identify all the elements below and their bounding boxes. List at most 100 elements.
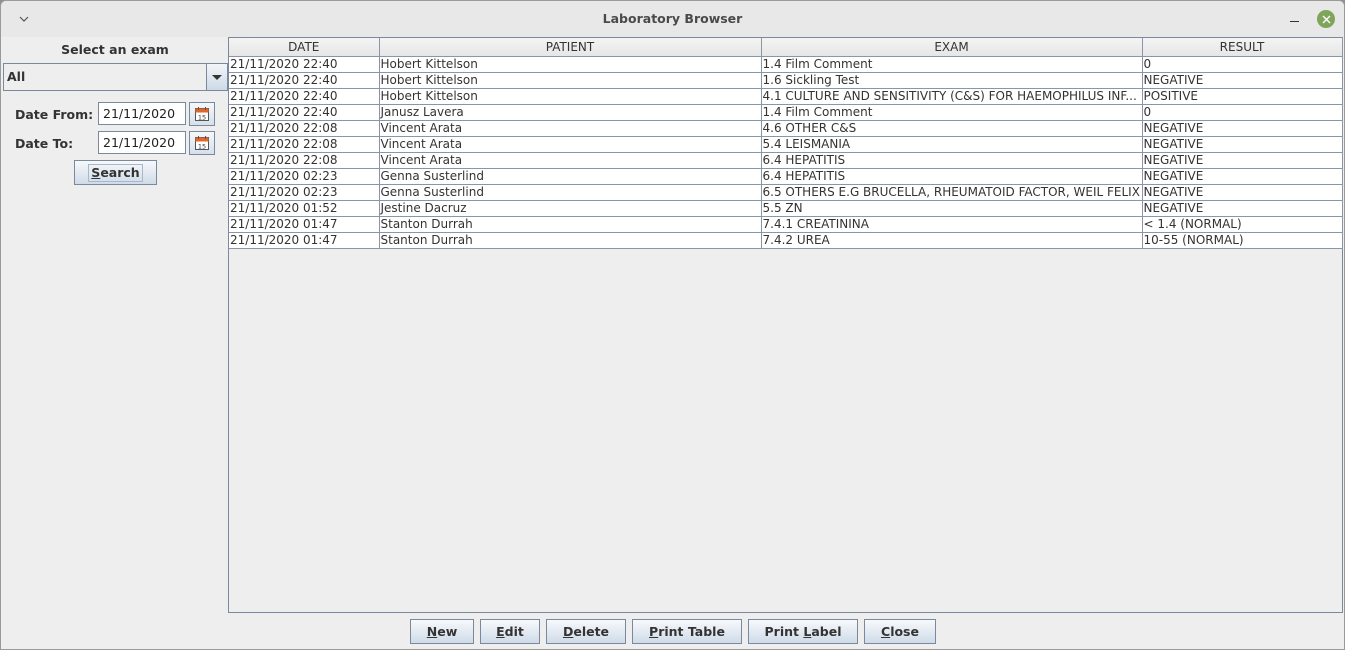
cell-date[interactable]: 21/11/2020 01:47 bbox=[229, 216, 380, 233]
caret-down-icon bbox=[212, 74, 222, 80]
date-to-field[interactable]: 21/11/2020 bbox=[98, 131, 186, 154]
table-row[interactable]: 21/11/2020 22:40 Hobert Kittelson 4.1 CULT… bbox=[229, 88, 1343, 105]
lab-results-table-container[interactable]: DATE PATIENT EXAM RESULT 21/11/2020 22:4… bbox=[228, 37, 1343, 613]
cell-patient[interactable]: Genna Susterlind bbox=[379, 168, 762, 185]
table-row[interactable]: 21/11/2020 01:52 Jestine Dacruz 5.5 ZN NEGA… bbox=[229, 200, 1343, 217]
date-from-label: Date From: bbox=[15, 107, 94, 122]
cell-date[interactable]: 21/11/2020 22:40 bbox=[229, 88, 380, 105]
table-row[interactable]: 21/11/2020 22:40 Hobert Kittelson 1.4 Film… bbox=[229, 56, 1343, 73]
search-button[interactable]: Search bbox=[74, 160, 157, 185]
cell-date[interactable]: 21/11/2020 01:52 bbox=[229, 200, 380, 217]
cell-patient[interactable]: Genna Susterlind bbox=[379, 184, 762, 201]
cell-exam[interactable]: 6.5 OTHERS E.G BRUCELLA, RHEUMATOID FACT… bbox=[761, 184, 1143, 201]
column-header-result[interactable]: RESULT bbox=[1142, 38, 1343, 57]
cell-result[interactable]: 10-55 (NORMAL) bbox=[1142, 232, 1343, 249]
table-row[interactable]: 21/11/2020 02:23 Genna Susterlind 6.4 HEPA… bbox=[229, 168, 1343, 185]
table-row[interactable]: 21/11/2020 02:23 Genna Susterlind 6.5 OTHE… bbox=[229, 184, 1343, 201]
close-button[interactable]: Close bbox=[864, 619, 936, 644]
print-label-label: abel bbox=[811, 624, 842, 639]
cell-exam[interactable]: 1.6 Sickling Test bbox=[761, 72, 1143, 89]
cell-date[interactable]: 21/11/2020 22:08 bbox=[229, 120, 380, 137]
cell-date[interactable]: 21/11/2020 02:23 bbox=[229, 184, 380, 201]
date-to-calendar-button[interactable]: 15 bbox=[189, 131, 215, 155]
cell-result[interactable]: NEGATIVE bbox=[1142, 168, 1343, 185]
table-row[interactable]: 21/11/2020 01:47 Stanton Durrah 7.4.1 CREA… bbox=[229, 216, 1343, 233]
date-from-field[interactable]: 21/11/2020 bbox=[98, 102, 186, 125]
cell-date[interactable]: 21/11/2020 02:23 bbox=[229, 168, 380, 185]
cell-patient[interactable]: Stanton Durrah bbox=[379, 216, 762, 233]
cell-result[interactable]: 0 bbox=[1142, 56, 1343, 73]
window-close-button[interactable] bbox=[1317, 10, 1335, 28]
column-header-patient[interactable]: PATIENT bbox=[379, 38, 762, 57]
cell-result[interactable]: NEGATIVE bbox=[1142, 184, 1343, 201]
minimize-button[interactable] bbox=[1286, 11, 1302, 27]
action-button-bar: New Edit Delete Print Table Print Label … bbox=[1, 619, 1344, 645]
cell-patient[interactable]: Hobert Kittelson bbox=[379, 72, 762, 89]
table-row[interactable]: 21/11/2020 22:08 Vincent Arata 5.4 LEISMAN… bbox=[229, 136, 1343, 153]
edit-mnemonic: E bbox=[496, 624, 505, 639]
cell-exam[interactable]: 5.5 ZN bbox=[761, 200, 1143, 217]
minimize-icon bbox=[1289, 21, 1299, 22]
exam-select-arrow[interactable] bbox=[207, 64, 227, 90]
print-label-label-pre: Print bbox=[764, 624, 804, 639]
cell-exam[interactable]: 7.4.1 CREATININA bbox=[761, 216, 1143, 233]
new-label: ew bbox=[437, 624, 458, 639]
print-label-button[interactable]: Print Label bbox=[748, 619, 858, 644]
cell-result[interactable]: NEGATIVE bbox=[1142, 200, 1343, 217]
cell-exam[interactable]: 1.4 Film Comment bbox=[761, 56, 1143, 73]
cell-exam[interactable]: 4.1 CULTURE AND SENSITIVITY (C&S) FOR HA… bbox=[761, 88, 1143, 105]
cell-exam[interactable]: 6.4 HEPATITIS bbox=[761, 168, 1143, 185]
table-row[interactable]: 21/11/2020 22:40 Hobert Kittelson 1.6 Sick… bbox=[229, 72, 1343, 89]
cell-patient[interactable]: Janusz Lavera bbox=[379, 104, 762, 121]
date-to-row: Date To: 21/11/2020 15 bbox=[1, 131, 229, 155]
cell-exam[interactable]: 7.4.2 UREA bbox=[761, 232, 1143, 249]
cell-exam[interactable]: 4.6 OTHER C&S bbox=[761, 120, 1143, 137]
column-header-exam[interactable]: EXAM bbox=[761, 38, 1143, 57]
cell-exam[interactable]: 5.4 LEISMANIA bbox=[761, 136, 1143, 153]
cell-patient[interactable]: Hobert Kittelson bbox=[379, 56, 762, 73]
table-row[interactable]: 21/11/2020 22:08 Vincent Arata 4.6 OTHER C… bbox=[229, 120, 1343, 137]
cell-date[interactable]: 21/11/2020 22:40 bbox=[229, 104, 380, 121]
table-row[interactable]: 21/11/2020 22:40 Janusz Lavera 1.4 Film Co… bbox=[229, 104, 1343, 121]
exam-select[interactable]: All bbox=[3, 63, 228, 91]
cell-result[interactable]: 0 bbox=[1142, 104, 1343, 121]
lab-results-table: DATE PATIENT EXAM RESULT 21/11/2020 22:4… bbox=[229, 38, 1343, 249]
cell-result[interactable]: < 1.4 (NORMAL) bbox=[1142, 216, 1343, 233]
cell-date[interactable]: 21/11/2020 22:40 bbox=[229, 72, 380, 89]
cell-exam[interactable]: 6.4 HEPATITIS bbox=[761, 152, 1143, 169]
date-from-calendar-button[interactable]: 15 bbox=[189, 102, 215, 126]
table-row[interactable]: 21/11/2020 22:08 Vincent Arata 6.4 HEPATIT… bbox=[229, 152, 1343, 169]
print-label-mnemonic: L bbox=[803, 624, 812, 639]
cell-patient[interactable]: Hobert Kittelson bbox=[379, 88, 762, 105]
new-button[interactable]: New bbox=[410, 619, 474, 644]
cell-patient[interactable]: Jestine Dacruz bbox=[379, 200, 762, 217]
cell-date[interactable]: 21/11/2020 22:08 bbox=[229, 152, 380, 169]
cell-date[interactable]: 21/11/2020 22:08 bbox=[229, 136, 380, 153]
column-header-date[interactable]: DATE bbox=[229, 38, 380, 57]
date-to-label: Date To: bbox=[15, 136, 74, 151]
print-table-button[interactable]: Print Table bbox=[632, 619, 742, 644]
calendar-icon: 15 bbox=[195, 107, 209, 121]
cell-patient[interactable]: Stanton Durrah bbox=[379, 232, 762, 249]
cell-result[interactable]: NEGATIVE bbox=[1142, 72, 1343, 89]
table-header-row: DATE PATIENT EXAM RESULT bbox=[229, 38, 1343, 57]
delete-label: elete bbox=[573, 624, 610, 639]
window-title: Laboratory Browser bbox=[602, 11, 743, 26]
cell-patient[interactable]: Vincent Arata bbox=[379, 152, 762, 169]
cell-result[interactable]: POSITIVE bbox=[1142, 88, 1343, 105]
cell-date[interactable]: 21/11/2020 22:40 bbox=[229, 56, 380, 73]
search-label: earch bbox=[100, 164, 140, 180]
cell-patient[interactable]: Vincent Arata bbox=[379, 136, 762, 153]
table-body: 21/11/2020 22:40 Hobert Kittelson 1.4 Film… bbox=[229, 56, 1343, 249]
cell-result[interactable]: NEGATIVE bbox=[1142, 136, 1343, 153]
cell-patient[interactable]: Vincent Arata bbox=[379, 120, 762, 137]
cell-result[interactable]: NEGATIVE bbox=[1142, 152, 1343, 169]
table-row[interactable]: 21/11/2020 01:47 Stanton Durrah 7.4.2 UREA… bbox=[229, 232, 1343, 249]
cell-date[interactable]: 21/11/2020 01:47 bbox=[229, 232, 380, 249]
cell-result[interactable]: NEGATIVE bbox=[1142, 120, 1343, 137]
delete-button[interactable]: Delete bbox=[546, 619, 626, 644]
search-mnemonic: S bbox=[91, 164, 101, 180]
cell-exam[interactable]: 1.4 Film Comment bbox=[761, 104, 1143, 121]
close-icon bbox=[1322, 15, 1330, 23]
edit-button[interactable]: Edit bbox=[480, 619, 540, 644]
